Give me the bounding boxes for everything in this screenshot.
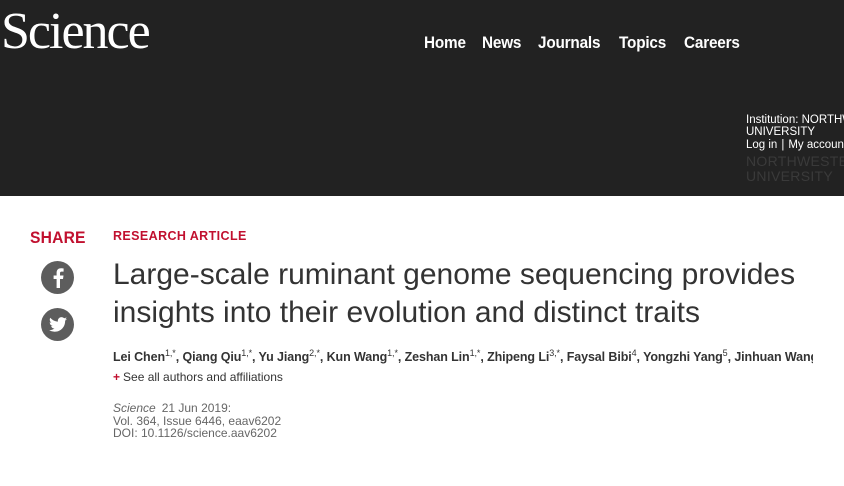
author[interactable]: Jinhuan Wang… [734,350,813,364]
article-header: RESEARCH ARTICLE Large-scale ruminant ge… [113,229,833,440]
share-title: SHARE [30,228,86,247]
nav-journals[interactable]: Journals [538,33,601,53]
twitter-share-button[interactable] [41,308,74,341]
author-name[interactable]: Yu Jiang [259,350,310,364]
account-links: Log in | My account [746,139,844,151]
author-list: Lei Chen1,*, Qiang Qiu1,*, Yu Jiang2,*, … [113,349,813,365]
article-type: RESEARCH ARTICLE [113,229,247,243]
author-name[interactable]: Kun Wang [327,350,388,364]
author-name[interactable]: Zhipeng Li [487,350,549,364]
twitter-icon [48,317,67,332]
nav-topics[interactable]: Topics [619,33,666,53]
author[interactable]: Lei Chen1,*, [113,349,182,364]
publication-date: 21 Jun 2019: [161,401,232,415]
doi[interactable]: DOI: 10.1126/science.aav6202 [113,427,833,440]
author[interactable]: Yu Jiang2,*, [259,349,327,364]
author-affiliation: 5 [722,349,728,358]
my-account-link[interactable]: My account [788,139,844,151]
author[interactable]: Kun Wang1,*, [327,349,405,364]
citation-info: Science 21 Jun 2019: Vol. 364, Issue 6446… [113,402,833,440]
author-affiliation: 3,* [549,349,560,358]
nav-home[interactable]: Home [424,33,466,53]
author-name[interactable]: Faysal Bibi [567,350,632,364]
article-title: Large-scale ruminant genome sequencing p… [113,258,796,329]
science-logo[interactable]: Science [1,2,151,62]
author-name[interactable]: Lei Chen [113,350,165,364]
institution-logo-line2: UNIVERSITY [746,168,834,184]
facebook-icon [53,267,64,288]
link-separator: | [781,139,785,151]
author[interactable]: Zeshan Lin1,*, [405,349,487,364]
author-name[interactable]: Qiang Qiu [182,350,241,364]
author-affiliation: 1,* [164,349,176,358]
expand-plus-icon: + [113,370,121,384]
nav-news[interactable]: News [482,33,521,53]
author-name[interactable]: Jinhuan Wang… [734,350,813,364]
author-affiliation: 1,* [241,349,252,358]
institution-label-2: UNIVERSITY [746,126,816,138]
main-nav: Home News Journals Topics Careers [424,33,746,53]
institution-panel: Institution: NORTHWESTERN UNIVERSITY Log… [746,114,844,184]
facebook-share-button[interactable] [41,261,74,294]
author-affiliation: 1,* [387,349,398,358]
institution-label: Institution: NORTHWESTERN [746,114,844,126]
login-link[interactable]: Log in [746,139,777,151]
site-header: Science Home News Journals Topics Career… [0,0,844,196]
author-affiliation: 4 [631,349,637,358]
author-affiliation: 2,* [309,349,320,358]
journal-name: Science [113,401,156,415]
see-all-authors-link[interactable]: + See all authors and affiliations [113,370,833,384]
author-name[interactable]: Zeshan Lin [405,350,470,364]
author-affiliation: 1,* [469,349,481,358]
journal-date-line: Science 21 Jun 2019: [113,402,833,415]
author[interactable]: Qiang Qiu1,*, [182,349,258,364]
author-name[interactable]: Yongzhi Yang [643,350,723,364]
institution-logo-line1: NORTHWESTERN [746,153,844,169]
share-panel: SHARE [30,228,90,341]
nav-careers[interactable]: Careers [684,33,740,53]
institution-logo: NORTHWESTERN UNIVERSITY [746,154,844,184]
author[interactable]: Yongzhi Yang5, [643,349,734,364]
see-all-authors-label[interactable]: See all authors and affiliations [123,370,283,384]
author[interactable]: Faysal Bibi4, [567,349,643,364]
author[interactable]: Zhipeng Li3,*, [487,349,567,364]
